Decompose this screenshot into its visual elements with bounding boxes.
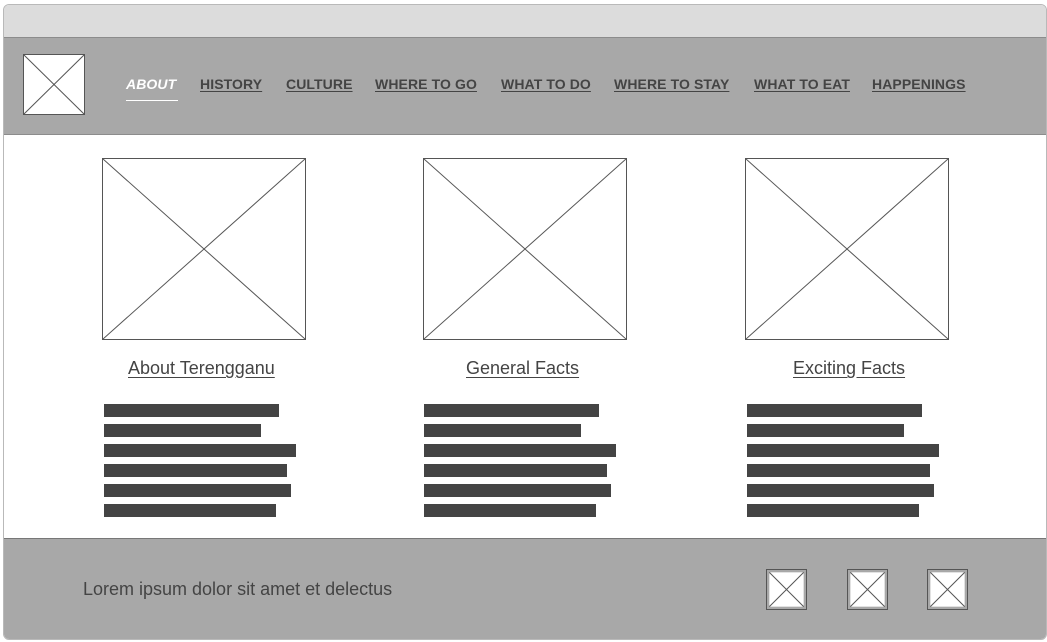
nav-item-about[interactable]: ABOUT xyxy=(126,76,179,101)
window-titlebar xyxy=(4,5,1046,37)
text-line-placeholder xyxy=(747,424,904,437)
text-line-placeholder xyxy=(104,484,291,497)
page-footer: Lorem ipsum dolor sit amet et delectus xyxy=(4,538,1046,639)
text-line-placeholder xyxy=(104,504,276,517)
text-line-placeholder xyxy=(747,444,939,457)
card-title-about-terengganu[interactable]: About Terengganu xyxy=(128,358,275,379)
text-line-placeholder xyxy=(104,444,296,457)
nav-item-what-to-eat[interactable]: WHAT TO EAT xyxy=(754,76,850,92)
nav-item-happenings[interactable]: HAPPENINGS xyxy=(872,76,966,92)
text-line-placeholder xyxy=(424,444,616,457)
text-line-placeholder xyxy=(424,464,607,477)
browser-window: ABOUT HISTORY CULTURE WHERE TO GO WHAT T… xyxy=(3,4,1047,640)
card-image-placeholder[interactable] xyxy=(102,158,306,340)
logo-image-placeholder[interactable] xyxy=(23,54,85,115)
nav-item-where-to-stay[interactable]: WHERE TO STAY xyxy=(614,76,729,92)
social-icon-placeholder[interactable] xyxy=(847,569,888,610)
footer-text: Lorem ipsum dolor sit amet et delectus xyxy=(83,579,393,599)
social-icon-placeholder[interactable] xyxy=(766,569,807,610)
text-line-placeholder xyxy=(424,504,596,517)
nav-item-where-to-go[interactable]: WHERE TO GO xyxy=(375,76,477,92)
text-line-placeholder xyxy=(104,404,279,417)
nav-item-history[interactable]: HISTORY xyxy=(200,76,262,92)
card-title-general-facts[interactable]: General Facts xyxy=(466,358,579,379)
text-line-placeholder xyxy=(424,404,599,417)
nav-item-culture[interactable]: CULTURE xyxy=(286,76,353,92)
nav-item-what-to-do[interactable]: WHAT TO DO xyxy=(501,76,591,92)
text-line-placeholder xyxy=(104,464,287,477)
card-image-placeholder[interactable] xyxy=(745,158,949,340)
text-line-placeholder xyxy=(424,484,611,497)
text-line-placeholder xyxy=(104,424,261,437)
text-line-placeholder xyxy=(747,404,922,417)
text-line-placeholder xyxy=(747,504,919,517)
card-title-exciting-facts[interactable]: Exciting Facts xyxy=(793,358,905,379)
social-icon-placeholder[interactable] xyxy=(927,569,968,610)
text-line-placeholder xyxy=(747,464,930,477)
text-line-placeholder xyxy=(424,424,581,437)
main-navbar: ABOUT HISTORY CULTURE WHERE TO GO WHAT T… xyxy=(4,37,1046,135)
card-image-placeholder[interactable] xyxy=(423,158,627,340)
text-line-placeholder xyxy=(747,484,934,497)
